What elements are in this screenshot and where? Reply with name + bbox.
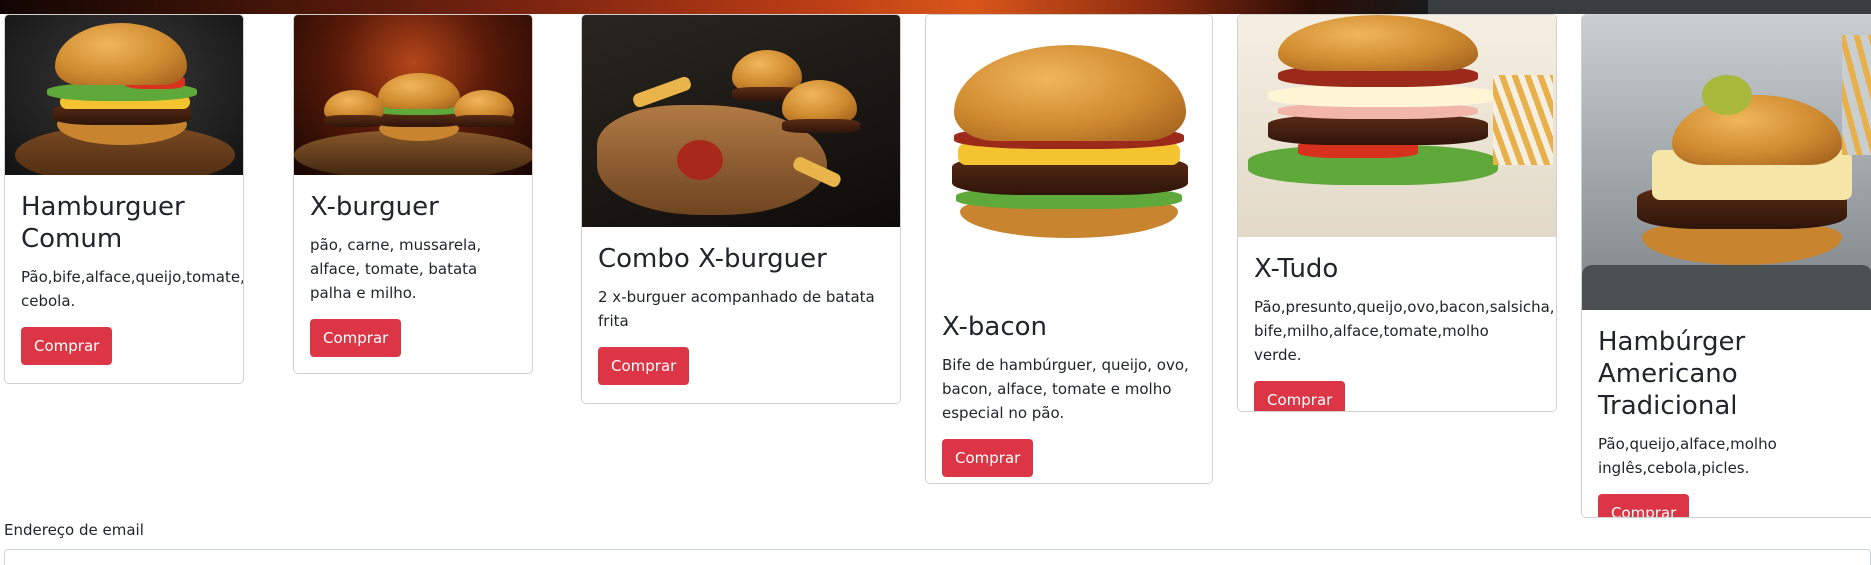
buy-button[interactable]: Comprar [942,439,1034,477]
product-title: X-burguer [310,192,439,222]
product-card-x-bacon: X-bacon Bife de hambúrguer, queijo, ovo,… [925,14,1213,484]
bacon-burger-image [926,15,1212,295]
product-title: Combo X-burguer [598,244,827,274]
pickle [1702,75,1752,115]
hero-banner-strip [0,0,1871,14]
burger-image [5,15,243,175]
email-input[interactable] [4,549,1871,565]
product-title: X-bacon [942,312,1048,342]
product-title: X-Tudo [1254,254,1339,284]
email-label: Endereço de email [4,521,144,539]
product-description: pão, carne, mussarela, alface, tomate, b… [310,236,482,302]
buy-button[interactable]: Comprar [21,327,113,365]
product-card-x-tudo: X-Tudo Pão,presunto,queijo,ovo,bacon,sal… [1237,14,1557,412]
sauce-bowl [677,140,723,180]
product-title: Hamburguer Comum [21,192,185,254]
american-burger-image [1582,15,1871,310]
egg-layer [1268,85,1498,107]
product-description: 2 x-burguer acompanhado de batata frita [598,288,875,330]
product-description: Bife de hambúrguer, queijo, ovo, bacon, … [942,356,1189,422]
product-description: Pão,queijo,alface,molho inglês,cebola,pi… [1598,435,1777,477]
combo-image [582,15,900,227]
x-tudo-image [1238,15,1556,237]
fire-burger-image [294,15,532,175]
product-title: Hambúrger Americano Tradicional [1598,327,1746,421]
fries [1842,35,1871,155]
hero-banner-edge [1428,0,1871,14]
buy-button[interactable]: Comprar [1598,494,1690,517]
buy-button[interactable]: Comprar [1254,381,1346,411]
buy-button[interactable]: Comprar [598,347,690,385]
product-card-hamburger-americano: Hambúrger Americano Tradicional Pão,quei… [1581,14,1871,518]
product-description: Pão,presunto,queijo,ovo,bacon,salsicha, … [1254,298,1555,364]
product-description: Pão,bife,alface,queijo,tomate, cebola. [21,268,244,310]
buy-button[interactable]: Comprar [310,319,402,357]
product-card-x-burguer: X-burguer pão, carne, mussarela, alface,… [293,14,533,374]
fries [1493,75,1553,165]
product-card-combo-x-burguer: Combo X-burguer 2 x-burguer acompanhado … [581,14,901,404]
product-card-hamburguer-comum: Hamburguer Comum Pão,bife,alface,queijo,… [4,14,244,384]
